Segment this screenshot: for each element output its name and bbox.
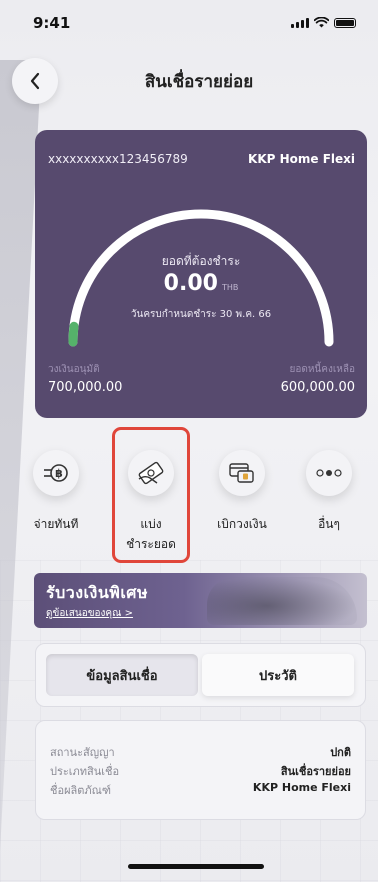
due-currency: THB bbox=[221, 283, 239, 292]
home-indicator bbox=[128, 864, 264, 869]
svg-text:฿: ฿ bbox=[55, 467, 63, 480]
wifi-icon bbox=[314, 17, 329, 28]
battery-icon bbox=[334, 18, 356, 28]
outstanding-value: 600,000.00 bbox=[280, 380, 355, 395]
more-button[interactable]: อื่นๆ bbox=[289, 450, 369, 534]
account-number: xxxxxxxxxx123456789 bbox=[48, 152, 188, 166]
due-amount: 0.00 bbox=[163, 271, 218, 296]
info-row-contract-status: สถานะสัญญา ปกติ bbox=[50, 743, 351, 761]
app-screen: 9:41 สินเชื่อรายย่อย xxxxxxxxxx123456789… bbox=[0, 0, 378, 882]
outstanding-label: ยอดหนี้คงเหลือ bbox=[289, 364, 355, 375]
loan-info-panel: สถานะสัญญา ปกติ ประเภทสินเชื่อ สินเชื่อร… bbox=[35, 720, 366, 820]
promo-title: รับวงเงินพิเศษ bbox=[46, 583, 148, 602]
withdraw-credit-button[interactable]: เบิกวงเงิน bbox=[202, 450, 282, 534]
loan-type-label: ประเภทสินเชื่อ bbox=[50, 765, 120, 778]
status-bar: 9:41 bbox=[0, 0, 378, 44]
car-image bbox=[207, 577, 357, 625]
more-label: อื่นๆ bbox=[318, 517, 340, 531]
status-icons bbox=[291, 17, 356, 28]
tab-bar: ข้อมูลสินเชื่อ ประวัติ bbox=[35, 643, 366, 707]
page-title: สินเชื่อรายย่อย bbox=[144, 72, 254, 92]
gauge-progress-fill bbox=[68, 321, 79, 347]
product-name: KKP Home Flexi bbox=[248, 152, 355, 166]
product-name-value: KKP Home Flexi bbox=[252, 781, 351, 794]
tab-loan-info[interactable]: ข้อมูลสินเชื่อ bbox=[46, 654, 198, 696]
product-name-label: ชื่อผลิตภัณฑ์ bbox=[50, 784, 111, 797]
pay-now-circle[interactable]: ฿ bbox=[33, 450, 79, 496]
more-dots-icon bbox=[316, 469, 342, 477]
loan-account-card: xxxxxxxxxx123456789 KKP Home Flexi ยอดที… bbox=[35, 130, 367, 418]
promo-offer-link[interactable]: ดูข้อเสนอของคุณ > bbox=[46, 606, 133, 621]
due-date: วันครบกำหนดชำระ 30 พ.ค. 66 bbox=[130, 309, 272, 320]
credit-limit-label: วงเงินอนุมัติ bbox=[48, 364, 100, 375]
tab-history[interactable]: ประวัติ bbox=[202, 654, 354, 696]
withdraw-card-icon bbox=[229, 463, 254, 483]
due-amount-label: ยอดที่ต้องชำระ bbox=[161, 254, 241, 268]
due-amount-row: 0.00 THB bbox=[35, 271, 367, 296]
status-time: 9:41 bbox=[33, 14, 71, 32]
pay-baht-icon: ฿ bbox=[44, 464, 68, 482]
more-circle[interactable] bbox=[306, 450, 352, 496]
pay-now-button[interactable]: ฿ จ่ายทันที bbox=[16, 450, 96, 534]
pay-now-label: จ่ายทันที bbox=[33, 517, 79, 531]
split-payment-highlight bbox=[112, 427, 190, 563]
contract-status-label: สถานะสัญญา bbox=[50, 746, 115, 759]
credit-limit-value: 700,000.00 bbox=[48, 380, 123, 395]
info-row-loan-type: ประเภทสินเชื่อ สินเชื่อรายย่อย bbox=[50, 762, 351, 780]
withdraw-credit-label: เบิกวงเงิน bbox=[217, 517, 267, 531]
withdraw-credit-circle[interactable] bbox=[219, 450, 265, 496]
contract-status-value: ปกติ bbox=[330, 746, 351, 759]
cellular-signal-icon bbox=[291, 18, 309, 28]
special-credit-banner[interactable]: รับวงเงินพิเศษ ดูข้อเสนอของคุณ > bbox=[34, 573, 367, 628]
loan-type-value: สินเชื่อรายย่อย bbox=[280, 765, 351, 778]
info-row-product-name: ชื่อผลิตภัณฑ์ KKP Home Flexi bbox=[50, 781, 351, 799]
